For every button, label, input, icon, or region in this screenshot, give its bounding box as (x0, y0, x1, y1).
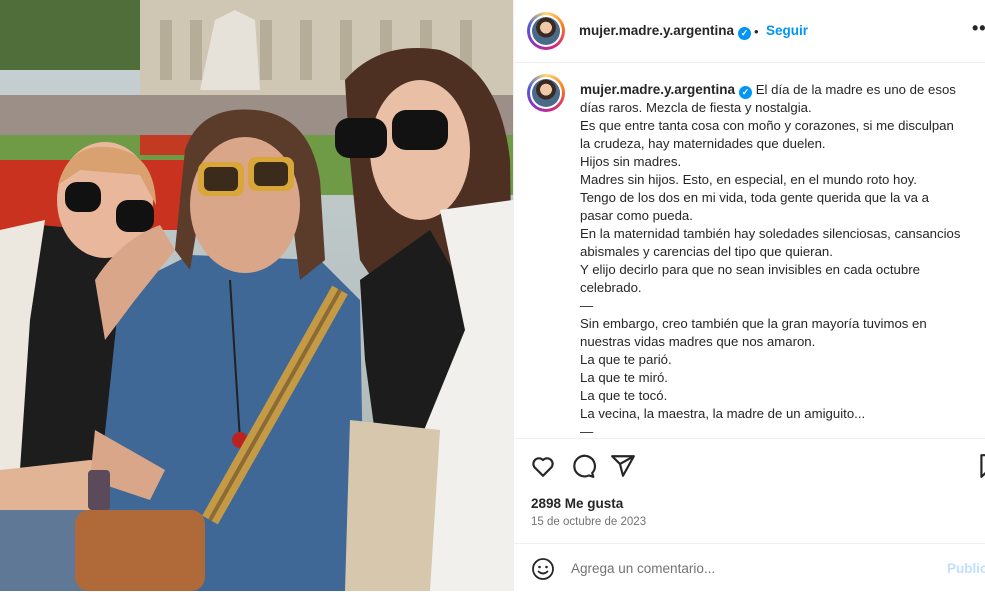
caption-line: nuestras vidas madres que nos amaron. (580, 334, 816, 349)
caption-line: — (580, 424, 594, 437)
caption-username[interactable]: mujer.madre.y.argentina ✓ (580, 82, 753, 99)
caption-line: — (580, 298, 594, 313)
caption-line: pasar como pueda. (580, 208, 693, 223)
post-header: mujer.madre.y.argentina✓ • Seguir ••• (514, 0, 985, 63)
caption-avatar[interactable] (527, 74, 565, 112)
verified-icon: ✓ (738, 27, 752, 40)
photo-illustration (0, 0, 513, 591)
avatar[interactable] (527, 12, 565, 50)
caption-line: En la maternidad también hay soledades s… (580, 226, 961, 241)
caption-line: días raros. Mezcla de fiesta y nostalgia… (580, 100, 812, 115)
caption-line: Es que entre tanta cosa con moño y coraz… (580, 118, 954, 133)
caption-line: La que te tocó. (580, 388, 668, 403)
follow-button[interactable]: Seguir (766, 23, 808, 38)
caption-text: mujer.madre.y.argentina ✓ El día de la ma… (580, 81, 980, 437)
post-date: 15 de octubre de 2023 (531, 516, 647, 528)
caption-line: Y elijo decirlo para que no sean invisib… (580, 262, 920, 277)
publish-button[interactable]: Publicar (947, 561, 985, 576)
post-photo[interactable] (0, 0, 513, 591)
caption-line: celebrado. (580, 280, 642, 295)
caption-line: Sin embargo, creo también que la gran ma… (580, 316, 927, 331)
caption-line: Hijos sin madres. (580, 154, 682, 169)
caption-line: Madres sin hijos. Esto, en especial, en … (580, 172, 917, 187)
heart-icon[interactable] (530, 453, 556, 479)
comment-input[interactable]: Agrega un comentario... (571, 561, 715, 576)
comment-box: Agrega un comentario... Publicar (514, 543, 985, 592)
caption-line: la crudeza, hay maternidades que duelen. (580, 136, 826, 151)
share-icon[interactable] (610, 453, 636, 479)
caption-line: La que te parió. (580, 352, 672, 367)
comment-icon[interactable] (570, 453, 596, 479)
caption-line: El día de la madre es uno de esos (755, 82, 956, 97)
caption-area: mujer.madre.y.argentina ✓ El día de la ma… (514, 63, 985, 437)
caption-line: La vecina, la maestra, la madre de un am… (580, 406, 866, 421)
action-bar: 2898 Me gusta 15 de octubre de 2023 (514, 438, 985, 544)
caption-line: Tengo de los dos en mi vida, toda gente … (580, 190, 929, 205)
caption-line: abismales y carencias del tipo que quier… (580, 244, 833, 259)
likes-count[interactable]: 2898 Me gusta (531, 496, 623, 511)
more-icon[interactable]: ••• (972, 18, 985, 39)
bookmark-icon[interactable] (976, 453, 985, 479)
caption-line: La que te miró. (580, 370, 668, 385)
post-details-panel: mujer.madre.y.argentina✓ • Seguir ••• mu… (513, 0, 985, 591)
emoji-icon[interactable] (531, 557, 555, 581)
separator-dot: • (754, 24, 759, 39)
verified-icon: ✓ (739, 86, 753, 99)
header-username[interactable]: mujer.madre.y.argentina ✓ (579, 23, 752, 40)
